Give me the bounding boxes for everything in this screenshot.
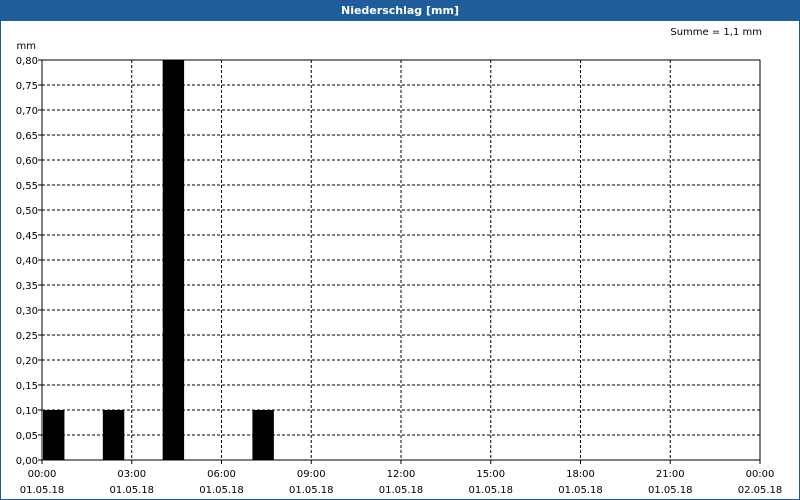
y-tick-label: 0,60	[16, 156, 38, 167]
precipitation-chart: 0,00 0,05 0,10 0,15 0,20 0,25 0,30 0,35 0,40 0,45…	[16, 41, 783, 496]
x-tick-label-date: 01.05.18	[289, 485, 334, 496]
x-tick-label-time: 09:00	[297, 469, 326, 480]
y-tick-label: 0,45	[16, 231, 38, 242]
y-tick-label: 0,55	[16, 181, 38, 192]
y-tick-label: 0,30	[16, 306, 38, 317]
x-tick-label-time: 18:00	[566, 469, 595, 480]
x-tick-label-date: 01.05.18	[20, 485, 65, 496]
y-tick-label: 0,50	[16, 206, 38, 217]
precipitation-bar	[102, 410, 125, 460]
x-tick-label-date: 01.05.18	[199, 485, 244, 496]
y-tick-label: 0,75	[16, 81, 38, 92]
x-tick-label-date: 01.05.18	[109, 485, 154, 496]
x-tick-label-time: 06:00	[207, 469, 236, 480]
y-axis-label: mm	[17, 41, 36, 52]
y-tick-label: 0,35	[16, 281, 38, 292]
y-tick-label: 0,05	[16, 431, 38, 442]
precipitation-bar	[43, 410, 65, 460]
y-tick-label: 0,15	[16, 381, 38, 392]
y-tick-label: 0,25	[16, 331, 38, 342]
precipitation-bar	[252, 410, 274, 460]
x-tick-label-date: 01.05.18	[468, 485, 513, 496]
x-tick-label-time: 00:00	[28, 469, 57, 480]
y-tick-label: 0,40	[16, 256, 38, 267]
y-tick-label: 0,65	[16, 131, 38, 142]
precipitation-bar	[162, 60, 185, 460]
x-tick-label-time: 15:00	[476, 469, 505, 480]
y-tick-label: 0,20	[16, 356, 38, 367]
y-tick-label: 0,70	[16, 106, 38, 117]
x-tick-label-date: 01.05.18	[648, 485, 693, 496]
x-tick-label-date: 02.05.18	[738, 485, 783, 496]
x-tick-label-date: 01.05.18	[379, 485, 424, 496]
x-tick-label-time: 21:00	[656, 469, 685, 480]
y-tick-label: 0,80	[16, 56, 38, 67]
x-tick-label-date: 01.05.18	[558, 485, 603, 496]
y-tick-label: 0,00	[16, 456, 38, 467]
x-tick-label-time: 12:00	[387, 469, 416, 480]
y-tick-label: 0,10	[16, 406, 38, 417]
x-tick-label-time: 00:00	[746, 469, 775, 480]
x-tick-label-time: 03:00	[117, 469, 146, 480]
